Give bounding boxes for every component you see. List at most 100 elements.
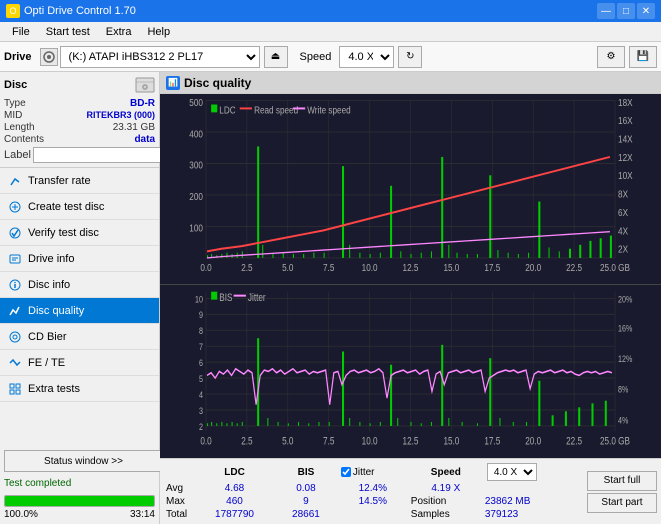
drive-select[interactable]: (K:) ATAPI iHBS312 2 PL17 — [60, 46, 260, 68]
svg-text:300: 300 — [189, 159, 203, 171]
chart-header-icon: 📊 — [166, 76, 180, 90]
sidebar-item-disc-quality[interactable]: Disc quality — [0, 298, 159, 324]
svg-text:12.5: 12.5 — [403, 261, 419, 273]
maximize-button[interactable]: □ — [617, 3, 635, 19]
sidebar-item-cd-bier[interactable]: CD Bier — [0, 324, 159, 350]
disc-label-key: Label — [4, 149, 31, 161]
svg-text:22.5: 22.5 — [566, 261, 582, 273]
disc-label-row: Label 🔍 — [4, 147, 155, 163]
menu-help[interactable]: Help — [139, 24, 178, 40]
svg-text:Read speed: Read speed — [254, 104, 298, 116]
jitter-label: Jitter — [353, 467, 375, 478]
avg-bis: 0.08 — [275, 482, 337, 495]
svg-text:25.0 GB: 25.0 GB — [600, 261, 630, 273]
samples-value: 379123 — [483, 508, 583, 521]
disc-label-input[interactable] — [33, 147, 167, 163]
svg-text:8%: 8% — [618, 384, 629, 395]
svg-text:Jitter: Jitter — [248, 292, 266, 304]
sidebar-item-fe-te[interactable]: FE / TE — [0, 350, 159, 376]
refresh-button[interactable]: ↻ — [398, 46, 422, 68]
status-window-button[interactable]: Status window >> — [4, 450, 163, 472]
svg-text:10.0: 10.0 — [362, 436, 378, 448]
speed-select[interactable]: 4.0 X — [339, 46, 394, 68]
svg-text:7.5: 7.5 — [323, 436, 334, 448]
speed-select-stats[interactable]: 4.0 X — [487, 463, 537, 481]
svg-text:4X: 4X — [618, 224, 629, 236]
nav-create-test-disc-label: Create test disc — [28, 201, 104, 213]
close-button[interactable]: ✕ — [637, 3, 655, 19]
menu-extra[interactable]: Extra — [98, 24, 140, 40]
svg-text:20%: 20% — [618, 293, 633, 304]
sidebar-item-extra-tests[interactable]: Extra tests — [0, 376, 159, 402]
svg-text:BIS: BIS — [219, 292, 232, 304]
charts-wrapper: 500 400 300 200 100 18X 16X 14X 12X 10X … — [160, 94, 661, 458]
upper-chart-svg: 500 400 300 200 100 18X 16X 14X 12X 10X … — [160, 94, 661, 284]
disc-header: Disc — [4, 76, 155, 94]
settings-button[interactable]: ⚙ — [597, 46, 625, 68]
svg-text:8X: 8X — [618, 188, 629, 200]
avg-speed: 4.19 X — [409, 482, 483, 495]
sidebar-item-disc-info[interactable]: Disc info — [0, 272, 159, 298]
svg-text:12%: 12% — [618, 353, 633, 364]
avg-label: Avg — [164, 482, 194, 495]
max-bis: 9 — [275, 495, 337, 508]
minimize-button[interactable]: — — [597, 3, 615, 19]
start-part-button[interactable]: Start part — [587, 493, 657, 513]
jitter-checkbox-label[interactable]: Jitter — [341, 467, 405, 478]
svg-text:12.5: 12.5 — [403, 436, 419, 448]
svg-text:15.0: 15.0 — [443, 261, 459, 273]
nav-list: Transfer rate Create test disc Verify te… — [0, 168, 159, 402]
disc-contents-value: data — [134, 134, 155, 145]
speed-label: Speed — [300, 51, 332, 63]
main-area: Disc Type BD-R MID RITEKBR3 (000) Length… — [0, 72, 661, 524]
max-jitter: 14.5% — [337, 495, 409, 508]
progress-bar-outer — [4, 495, 155, 507]
disc-contents-row: Contents data — [4, 134, 155, 145]
drive-label: Drive — [4, 51, 32, 63]
start-full-button[interactable]: Start full — [587, 471, 657, 491]
svg-text:2X: 2X — [618, 243, 629, 255]
svg-text:3: 3 — [199, 405, 203, 416]
svg-text:5.0: 5.0 — [282, 261, 293, 273]
disc-length-key: Length — [4, 122, 35, 133]
extra-tests-icon — [8, 382, 22, 396]
disc-info-icon — [8, 278, 22, 292]
sidebar-item-transfer-rate[interactable]: Transfer rate — [0, 168, 159, 194]
svg-text:2.5: 2.5 — [241, 436, 252, 448]
svg-text:17.5: 17.5 — [484, 436, 500, 448]
avg-ldc: 4.68 — [194, 482, 275, 495]
svg-text:15.0: 15.0 — [443, 436, 459, 448]
lower-chart-svg: 10 9 8 7 6 5 4 3 2 20% 16% 12% 8% 4% — [160, 285, 661, 458]
nav-extra-tests-label: Extra tests — [28, 383, 80, 395]
svg-text:16%: 16% — [618, 323, 633, 334]
status-text: Test completed — [0, 476, 159, 491]
nav-disc-info-label: Disc info — [28, 279, 70, 291]
position-label: Position — [409, 495, 483, 508]
action-buttons: Start full Start part — [587, 462, 657, 521]
jitter-checkbox[interactable] — [341, 467, 351, 477]
menu-start-test[interactable]: Start test — [38, 24, 98, 40]
svg-text:22.5: 22.5 — [566, 436, 582, 448]
save-button[interactable]: 💾 — [629, 46, 657, 68]
nav-drive-info-label: Drive info — [28, 253, 74, 265]
total-ldc: 1787790 — [194, 508, 275, 521]
chart-header: 📊 Disc quality — [160, 72, 661, 94]
sidebar-item-drive-info[interactable]: Drive info — [0, 246, 159, 272]
position-value: 23862 MB — [483, 495, 583, 508]
disc-panel: Disc Type BD-R MID RITEKBR3 (000) Length… — [0, 72, 159, 168]
svg-text:18X: 18X — [618, 96, 633, 108]
nav-verify-test-disc-label: Verify test disc — [28, 227, 99, 239]
svg-text:2.5: 2.5 — [241, 261, 252, 273]
svg-text:10.0: 10.0 — [362, 261, 378, 273]
samples-label: Samples — [409, 508, 483, 521]
nav-fe-te-label: FE / TE — [28, 357, 65, 369]
menu-file[interactable]: File — [4, 24, 38, 40]
app-title: Opti Drive Control 1.70 — [24, 5, 136, 17]
svg-text:10X: 10X — [618, 169, 633, 181]
svg-text:20.0: 20.0 — [525, 436, 541, 448]
sidebar-item-create-test-disc[interactable]: Create test disc — [0, 194, 159, 220]
sidebar-item-verify-test-disc[interactable]: Verify test disc — [0, 220, 159, 246]
sidebar: Disc Type BD-R MID RITEKBR3 (000) Length… — [0, 72, 160, 524]
progress-area: 100.0% 33:14 — [0, 491, 159, 524]
eject-button[interactable]: ⏏ — [264, 46, 288, 68]
